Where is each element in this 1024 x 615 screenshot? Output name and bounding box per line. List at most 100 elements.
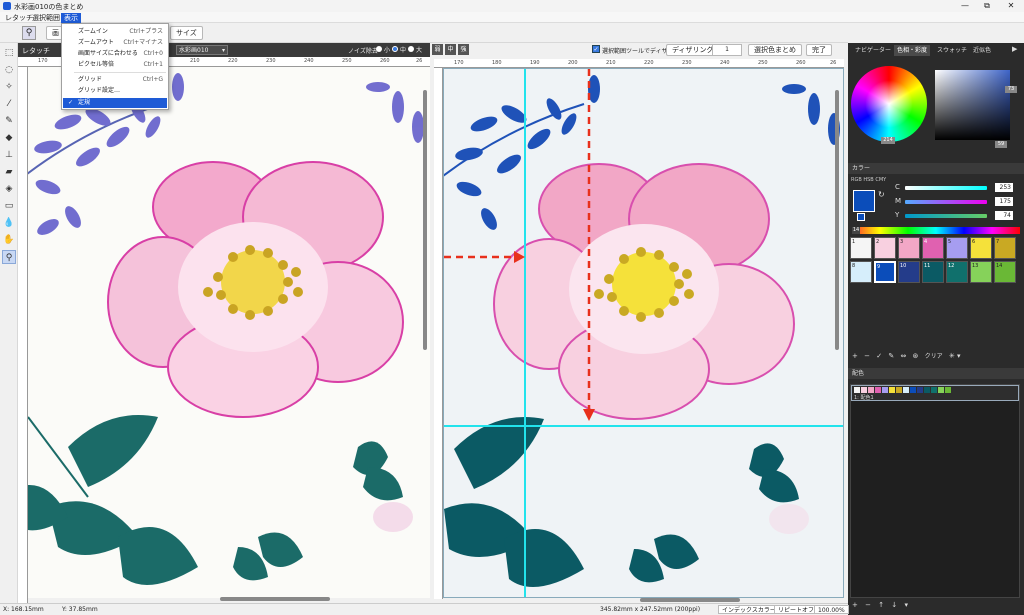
toolbar-button-size[interactable]: サイズ	[170, 26, 203, 40]
restore-button[interactable]: ⧉	[980, 1, 994, 11]
swatch-5[interactable]: 5	[946, 237, 968, 259]
dither-stepper[interactable]: 1	[712, 44, 742, 56]
magnifier-icon[interactable]: ⚲	[22, 26, 36, 40]
menu-item-zoom-out[interactable]: ズームアウト Ctrl+マイナス	[63, 38, 167, 48]
menu-item-zoom-in[interactable]: ズームイン Ctrl+プラス	[63, 27, 167, 37]
scheme-menu-icon[interactable]: ▾	[904, 601, 908, 609]
menu-item-grid-settings[interactable]: グリッド設定…	[63, 86, 167, 96]
scheme-down-icon[interactable]: ↓	[891, 601, 897, 609]
scheme-remove-icon[interactable]: −	[865, 601, 871, 609]
repeat-off-button[interactable]: リピートオフ	[774, 605, 819, 614]
summarize-button[interactable]: 選択色まとめ	[748, 44, 802, 56]
lasso-icon[interactable]: ◌	[2, 63, 16, 77]
tab-swatches[interactable]: スウォッチ	[934, 45, 970, 56]
color-model-tabs[interactable]: RGB HSB CMY	[851, 177, 886, 183]
slider-c-value[interactable]: 253	[995, 183, 1013, 192]
menu-item-ruler[interactable]: ✓ 定規	[63, 98, 167, 108]
palette-pen-icon[interactable]: ✎	[888, 352, 894, 360]
close-button[interactable]: ✕	[1004, 1, 1018, 11]
tab-navigator[interactable]: ナビゲーター	[852, 45, 894, 56]
menu-selection[interactable]: 選択範囲	[29, 13, 63, 23]
palette-clear-label[interactable]: クリア	[925, 353, 943, 360]
palette-check-icon[interactable]: ✓	[876, 352, 882, 360]
brush-icon[interactable]: ✎	[2, 114, 16, 128]
saturation-value-square[interactable]: 73 59	[935, 70, 1017, 148]
menu-item-fit-screen[interactable]: 画面サイズに合わせる Ctrl+0	[63, 49, 167, 59]
done-button[interactable]: 完了	[806, 44, 832, 56]
noise-radio-small[interactable]	[376, 46, 382, 52]
rect-select-icon[interactable]: ⬚	[2, 46, 16, 60]
palette-swap-icon[interactable]: ⇔	[900, 352, 906, 360]
magic-wand-icon[interactable]: ✧	[2, 80, 16, 94]
index-color-button[interactable]: インデックスカラー	[718, 605, 780, 614]
swatch-3[interactable]: 3	[898, 237, 920, 259]
menu-view[interactable]: 表示	[61, 13, 81, 23]
palette-add-icon[interactable]: +	[852, 352, 858, 360]
palette-target-icon[interactable]: ⊛	[913, 352, 919, 360]
swap-colors-icon[interactable]: ↻	[878, 190, 885, 199]
scheme-row[interactable]: 1: 配色1	[851, 385, 1019, 401]
noise-radio-large[interactable]	[408, 46, 414, 52]
panel-arrow-icon[interactable]: ▶	[1012, 45, 1017, 53]
zoom-level[interactable]: 100.00%	[814, 605, 849, 614]
slider-y[interactable]	[905, 214, 987, 218]
eraser-icon[interactable]: ▰	[2, 165, 16, 179]
swatch-1[interactable]: 1	[850, 237, 872, 259]
indexed-artwork	[444, 69, 843, 597]
eyedropper-icon[interactable]: ⁄	[2, 97, 16, 111]
slider-m-value[interactable]: 175	[995, 197, 1013, 206]
scheme-mini-swatch	[917, 387, 923, 393]
grid-shortcut: Ctrl+G	[142, 76, 163, 83]
dither-checkbox[interactable]: ✓	[592, 45, 600, 53]
zoom-icon[interactable]: ⚲	[2, 250, 16, 264]
foreground-color-swatch[interactable]	[853, 190, 875, 212]
swatch-7[interactable]: 7	[994, 237, 1016, 259]
right-scrollbar-vertical[interactable]	[835, 90, 839, 350]
color-strip[interactable]: 14	[852, 227, 1020, 234]
noise-radio-mid[interactable]	[392, 46, 398, 52]
mode-mid-button[interactable]: 中	[445, 44, 456, 55]
swatch-8[interactable]: 8	[850, 261, 872, 283]
mode-strong-button[interactable]: 強	[458, 44, 469, 55]
menu-item-actual-pixels[interactable]: ピクセル等倍 Ctrl+1	[63, 60, 167, 70]
bucket-icon[interactable]: ◈	[2, 182, 16, 196]
color-wheel[interactable]: 214	[851, 66, 927, 144]
rectangle-icon[interactable]: ▭	[2, 199, 16, 213]
swatch-9[interactable]: 9	[874, 261, 896, 283]
scheme-add-icon[interactable]: +	[852, 601, 858, 609]
swatch-14[interactable]: 14	[994, 261, 1016, 283]
tab-similar-colors[interactable]: 近似色	[970, 45, 994, 56]
scheme-up-icon[interactable]: ↑	[878, 601, 884, 609]
drop-icon[interactable]: 💧	[2, 216, 16, 230]
minimize-button[interactable]: —	[958, 1, 972, 11]
tab-hue-saturation[interactable]: 色相・彩度	[894, 45, 931, 56]
slider-m[interactable]	[905, 200, 987, 204]
palette-remove-icon[interactable]: −	[864, 352, 870, 360]
palette-dropdown-icon[interactable]: ▾	[957, 352, 961, 360]
palette-sun-icon[interactable]: ✳	[949, 352, 955, 360]
right-scrollbar-horizontal[interactable]	[640, 598, 740, 602]
image-select[interactable]: 水彩画010 ▾	[176, 45, 228, 55]
left-scrollbar-horizontal[interactable]	[220, 597, 330, 601]
swatch-10[interactable]: 10	[898, 261, 920, 283]
hand-icon[interactable]: ✋	[2, 233, 16, 247]
scheme-mini-swatch	[868, 387, 874, 393]
stamp-icon[interactable]: ⊥	[2, 148, 16, 162]
swatch-number: 12	[948, 263, 955, 269]
swatch-13[interactable]: 13	[970, 261, 992, 283]
fill-icon[interactable]: ◆	[2, 131, 16, 145]
original-canvas[interactable]	[28, 67, 430, 598]
menu-item-grid[interactable]: グリッド Ctrl+G	[63, 75, 167, 85]
swatch-4[interactable]: 4	[922, 237, 944, 259]
swatch-number: 7	[996, 239, 1000, 245]
swatch-11[interactable]: 11	[922, 261, 944, 283]
swatch-12[interactable]: 12	[946, 261, 968, 283]
slider-y-value[interactable]: 74	[995, 211, 1013, 220]
mode-weak-button[interactable]: 弱	[432, 44, 443, 55]
left-scrollbar-vertical[interactable]	[423, 90, 427, 350]
swatch-6[interactable]: 6	[970, 237, 992, 259]
swatch-2[interactable]: 2	[874, 237, 896, 259]
background-color-swatch[interactable]	[857, 213, 865, 221]
slider-c[interactable]	[905, 186, 987, 190]
preview-canvas[interactable]	[443, 68, 844, 598]
